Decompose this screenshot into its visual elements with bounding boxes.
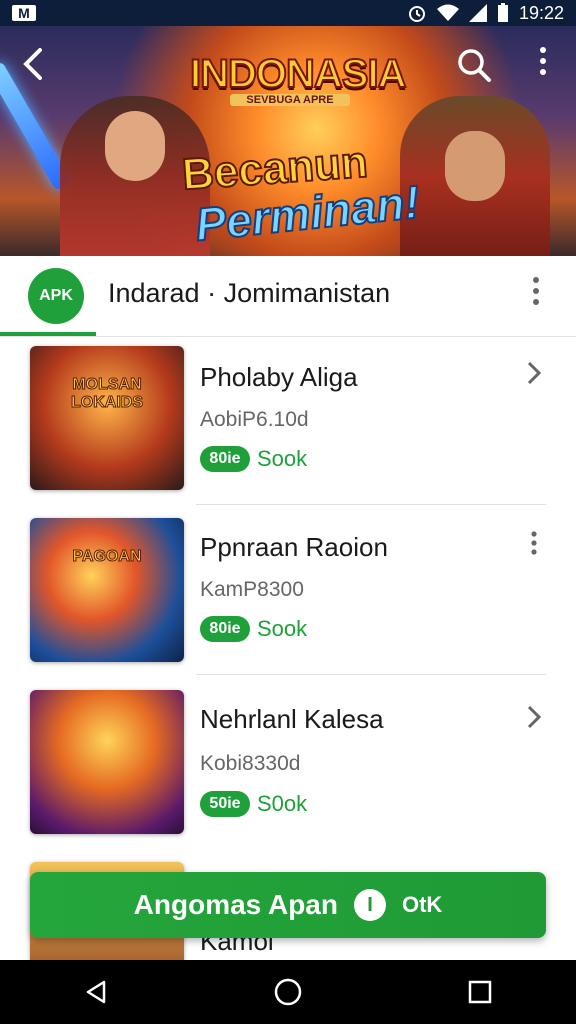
status-left: M xyxy=(12,5,36,21)
alarm-icon xyxy=(408,6,425,22)
wifi-icon xyxy=(436,4,459,21)
item-badge: 50ie xyxy=(200,791,250,817)
banner-subtitle: SEVBUGA APRE xyxy=(230,94,350,106)
banner-hero-left-face xyxy=(105,111,165,181)
item-thumbnail: MOLSAN LOKAIDS xyxy=(30,346,184,490)
back-triangle-icon xyxy=(86,980,106,1004)
recents-square-icon xyxy=(468,980,492,1004)
back-arrow-icon xyxy=(23,48,42,80)
app-logo: APK xyxy=(28,268,84,324)
divider xyxy=(196,504,546,505)
more-vertical-icon xyxy=(533,277,539,305)
install-button-sub: OtK xyxy=(401,892,443,917)
banner-title: INDONASIA xyxy=(189,51,407,97)
item-subtitle: KamP8300 xyxy=(200,578,304,601)
item-thumbnail: PAGOAN xyxy=(30,518,184,662)
item-badge: 80ie xyxy=(200,616,250,642)
nav-recents-button[interactable] xyxy=(450,962,510,1022)
hero-banner: INDONASIA SEVBUGA APRE Becanun Perminan! xyxy=(0,26,576,256)
item-size: S0ok xyxy=(257,791,308,816)
back-button[interactable] xyxy=(16,46,52,86)
item-title: Nehrlanl Kalesa xyxy=(200,704,384,734)
install-button-label: Angomas Apan xyxy=(133,889,338,920)
item-title: Ppnraan Raoion xyxy=(200,532,388,562)
list-item[interactable]: MOLSAN LOKAIDS Pholaby Aliga AobiP6.10d … xyxy=(0,336,576,506)
nav-back-button[interactable] xyxy=(66,962,126,1022)
item-subtitle: Kobi8330d xyxy=(200,752,301,775)
home-circle-icon xyxy=(274,978,302,1006)
item-size: Sook xyxy=(257,616,308,641)
thumbnail-text: MOLSAN LOKAIDS xyxy=(71,376,144,412)
app-name: Indarad · Jomimanistan xyxy=(108,278,391,308)
banner-hero-right-face xyxy=(445,131,505,201)
item-title: Pholaby Aliga xyxy=(200,362,358,392)
nav-home-button[interactable] xyxy=(258,962,318,1022)
overflow-menu-button[interactable] xyxy=(528,46,558,86)
search-button[interactable] xyxy=(455,46,493,84)
thumbnail-text: PAGOAN xyxy=(72,548,142,566)
chevron-right-icon[interactable] xyxy=(522,360,546,393)
status-bar: M 19:22 xyxy=(0,0,576,26)
install-button[interactable]: Angomas Apan I OtK xyxy=(30,872,546,938)
item-subtitle: AobiP6.10d xyxy=(200,408,309,431)
info-icon: I xyxy=(353,889,386,921)
app-header: APK Indarad · Jomimanistan xyxy=(0,256,576,337)
item-size: Sook xyxy=(257,446,308,471)
status-right: 19:22 xyxy=(407,3,564,24)
list-item[interactable]: PAGOAN Ppnraan Raoion KamP8300 80ie Sook xyxy=(0,506,576,676)
battery-icon xyxy=(497,3,508,22)
search-icon xyxy=(458,49,491,82)
system-nav-bar xyxy=(0,960,576,1024)
divider xyxy=(196,674,546,675)
clock-time: 19:22 xyxy=(518,2,564,23)
item-badge: 80ie xyxy=(200,446,250,472)
list-item[interactable]: Nehrlanl Kalesa Kobi8330d 50ie S0ok xyxy=(0,676,576,846)
chevron-right-icon[interactable] xyxy=(522,704,546,737)
mail-icon: M xyxy=(12,5,36,21)
app-menu-button[interactable] xyxy=(520,276,552,316)
item-thumbnail xyxy=(30,690,184,834)
signal-icon xyxy=(468,4,487,22)
item-more-button[interactable] xyxy=(522,530,546,563)
more-vertical-icon xyxy=(540,47,546,75)
more-vertical-icon xyxy=(531,531,537,555)
